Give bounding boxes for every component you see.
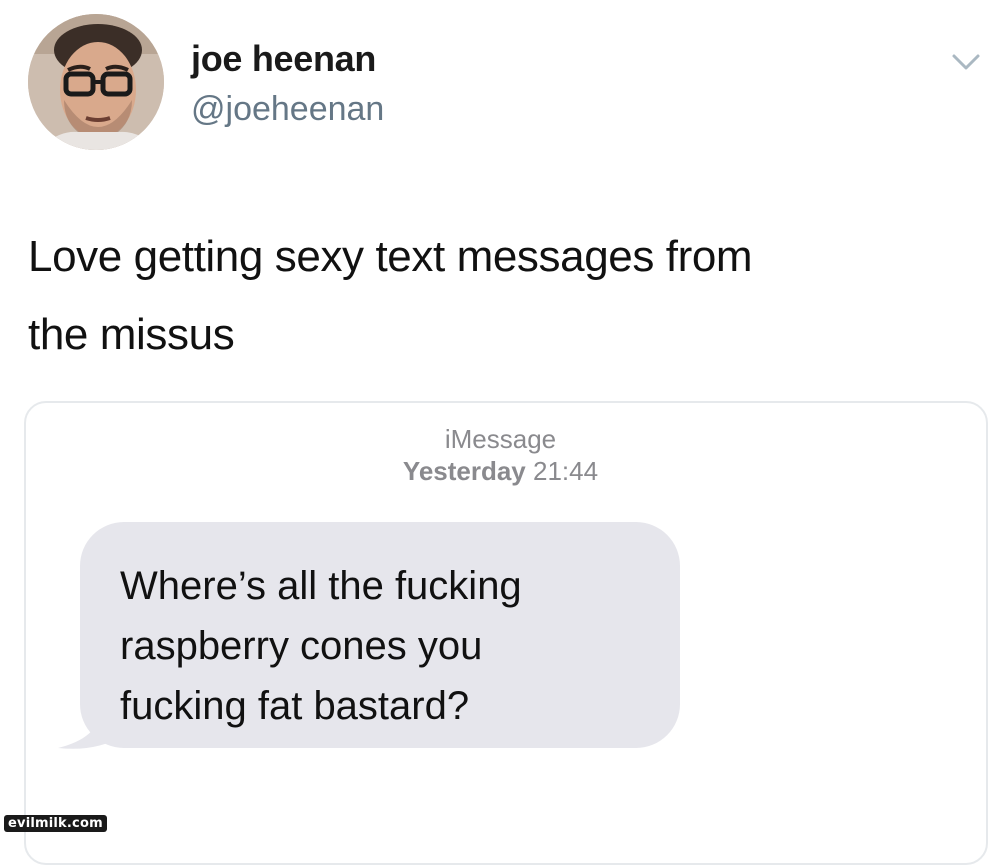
profile-photo bbox=[28, 14, 164, 150]
chevron-down-icon[interactable] bbox=[948, 48, 984, 76]
watermark: evilmilk.com bbox=[4, 815, 107, 832]
imessage-day: Yesterday bbox=[402, 456, 526, 486]
imessage-service-label: iMessage bbox=[444, 424, 557, 454]
message-line: raspberry cones you bbox=[120, 624, 483, 668]
tweet-text-line: Love getting sexy text messages from bbox=[28, 232, 753, 281]
message-line: Where’s all the fucking bbox=[120, 564, 522, 608]
message-bubble[interactable]: Where’s all the fucking raspberry cones … bbox=[80, 522, 680, 748]
display-name[interactable]: joe heenan bbox=[191, 38, 376, 80]
tweet-text-line: the missus bbox=[28, 310, 235, 359]
imessage-time: 21:44 bbox=[533, 456, 599, 486]
user-handle[interactable]: @joeheenan bbox=[191, 90, 384, 129]
imessage-timestamp: Yesterday 21:44 bbox=[0, 456, 1001, 487]
avatar[interactable] bbox=[28, 14, 164, 150]
message-line: fucking fat bastard? bbox=[120, 684, 470, 728]
tweet-text: Love getting sexy text messages from the… bbox=[28, 218, 978, 374]
